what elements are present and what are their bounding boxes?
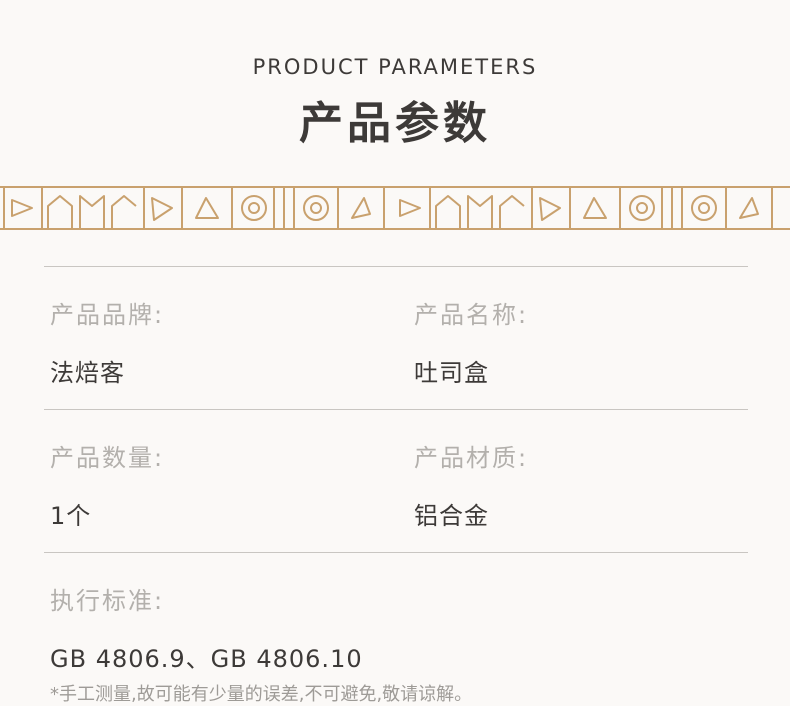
param-value: GB 4806.9、GB 4806.10 — [50, 645, 363, 673]
param-value: 法焙客 — [50, 359, 125, 387]
page-title: 产品参数 — [299, 98, 491, 149]
param-value: 铝合金 — [414, 502, 489, 530]
measurement-note: *手工测量,故可能有少量的误差,不可避免,敬请谅解。 — [50, 684, 473, 705]
param-row-quantity-material: 产品数量: 1个 产品材质: 铝合金 — [44, 409, 748, 552]
subtitle-english: PRODUCT PARAMETERS — [252, 55, 538, 79]
parameters-table: 产品品牌: 法焙客 产品名称: 吐司盒 产品数量: 1个 产品材质: 铝合金 执… — [44, 266, 748, 693]
decorative-pattern-band — [0, 186, 790, 230]
param-row-standard: 执行标准: GB 4806.9、GB 4806.10 — [44, 552, 748, 693]
param-label: 产品数量: — [50, 444, 165, 472]
param-label: 产品名称: — [414, 301, 529, 329]
param-value: 1个 — [50, 502, 92, 530]
param-value: 吐司盒 — [414, 359, 489, 387]
param-row-brand-name: 产品品牌: 法焙客 产品名称: 吐司盒 — [44, 266, 748, 409]
param-label: 产品材质: — [414, 444, 529, 472]
param-label: 产品品牌: — [50, 301, 165, 329]
header: PRODUCT PARAMETERS 产品参数 — [0, 52, 790, 154]
param-label: 执行标准: — [50, 587, 165, 615]
